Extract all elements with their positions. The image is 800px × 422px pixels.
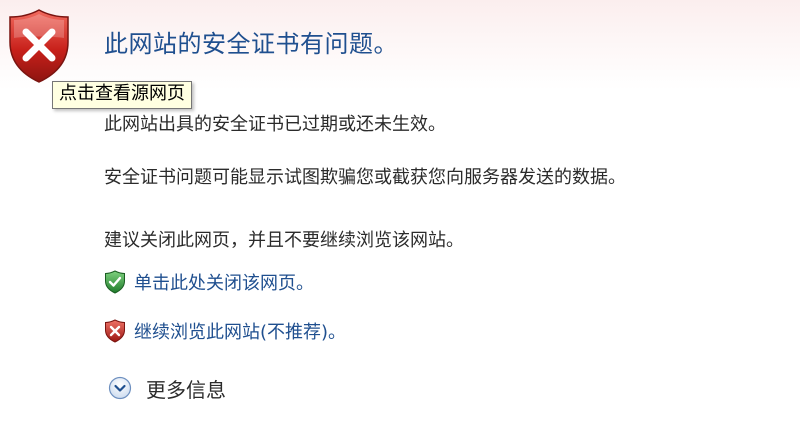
red-shield-x-icon — [105, 319, 125, 343]
error-shield-icon — [9, 9, 69, 83]
chevron-down-circle-icon[interactable] — [108, 376, 132, 400]
close-page-label[interactable]: 单击此处关闭该网页。 — [134, 269, 314, 295]
certificate-risk-text: 安全证书问题可能显示试图欺骗您或截获您向服务器发送的数据。 — [104, 167, 626, 188]
certificate-expired-text: 此网站出具的安全证书已过期或还未生效。 — [104, 114, 446, 135]
more-info-expander[interactable]: 更多信息 — [108, 373, 226, 403]
page-title: 此网站的安全证书有问题。 — [104, 30, 398, 58]
continue-site-label[interactable]: 继续浏览此网站(不推荐)。 — [134, 318, 346, 344]
close-page-link[interactable]: 单击此处关闭该网页。 — [104, 267, 314, 297]
recommendation-text: 建议关闭此网页，并且不要继续浏览该网站。 — [104, 230, 464, 251]
green-shield-check-icon — [105, 270, 125, 294]
more-info-label[interactable]: 更多信息 — [146, 374, 226, 403]
view-source-tooltip: 点击查看源网页 — [52, 81, 192, 109]
continue-site-link[interactable]: 继续浏览此网站(不推荐)。 — [104, 316, 346, 346]
